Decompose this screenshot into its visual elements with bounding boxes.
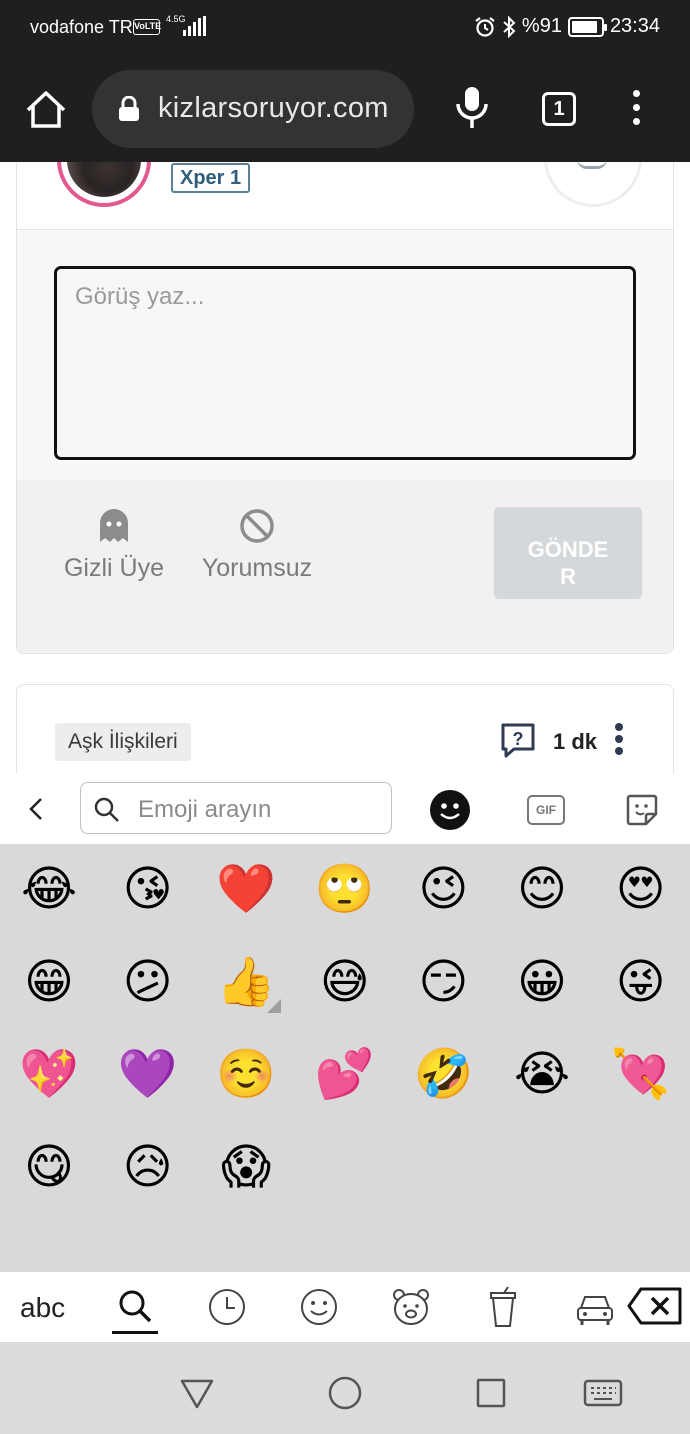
recent-clock-icon[interactable] [204,1286,250,1328]
next-question-card: Aşk İlişkileri ? 1 dk [16,684,674,774]
emoji-key[interactable]: 😀 [497,942,587,1022]
alarm-icon [475,16,495,37]
block-icon [240,509,274,543]
emoji-key[interactable]: 😉 [398,849,488,929]
url-text: kizlarsoruyor.com [158,92,389,124]
bluetooth-icon [503,15,516,38]
emoji-key[interactable]: 😜 [596,942,686,1022]
battery-percent: %91 [521,15,562,37]
emoji-category-bar: abc [0,1272,690,1342]
send-button[interactable]: GÖNDE R [494,507,642,599]
avatar[interactable] [57,162,151,207]
question-card: Xper 1 Gizli Üye Yorumsuz GÖNDER [16,162,674,654]
tabs-icon[interactable]: 1 [542,92,576,126]
emoji-key[interactable]: 😍 [596,849,686,929]
emoji-key[interactable]: 💘 [596,1034,686,1114]
anonymous-option[interactable]: Gizli Üye [49,506,179,583]
svg-text:?: ? [513,729,524,749]
emoji-key[interactable]: 💖 [4,1034,94,1114]
smiley-icon[interactable] [296,1286,342,1328]
nav-home-icon[interactable] [325,1373,365,1413]
home-icon[interactable] [20,84,72,136]
volte-badge: VoLTE [133,19,161,35]
emoji-key[interactable]: 💕 [300,1034,390,1114]
emoji-key[interactable]: 😭 [497,1034,587,1114]
emoji-key[interactable]: 😥 [103,1127,193,1207]
emoji-keyboard-header: Emoji arayın GIF [0,774,690,844]
battery-icon [567,16,607,37]
search-icon [94,797,119,822]
emoji-key[interactable]: 🤣 [398,1034,488,1114]
emoji-key[interactable]: 😱 [201,1127,291,1207]
emoji-key[interactable]: 😊 [497,849,587,929]
abc-keyboard-button[interactable]: abc [20,1292,65,1324]
post-time: 1 dk [553,729,598,754]
nav-keyboard-icon[interactable] [583,1373,623,1413]
mic-icon[interactable] [450,84,494,132]
status-right: %91 23:34 [474,15,660,38]
emoji-key[interactable]: 🙄 [300,849,390,929]
emoji-key[interactable]: 😂 [4,849,94,929]
active-category-indicator [112,1331,158,1334]
backspace-icon[interactable] [626,1286,684,1326]
emoji-search-input[interactable]: Emoji arayın [80,782,392,834]
food-drink-icon[interactable] [480,1286,526,1328]
nav-back-icon[interactable] [177,1373,217,1413]
battery-fill [571,20,598,33]
system-nav-bar [0,1342,690,1434]
back-chevron-icon[interactable] [24,796,48,822]
more-options-icon[interactable] [613,723,625,759]
emoji-key[interactable]: 😕 [103,942,193,1022]
gif-tab[interactable]: GIF [527,795,565,825]
emoji-key[interactable]: 😏 [398,942,488,1022]
animal-icon[interactable] [388,1286,434,1328]
address-bar[interactable]: kizlarsoruyor.com [92,70,414,148]
browser-toolbar: kizlarsoruyor.com 1 [0,56,690,162]
emoji-grid: 😂 😘 ❤️ 🙄 😉 😊 😍 😁 😕 👍 😅 😏 😀 😜 💖 💜 ☺️ 💕 🤣 😭 💘 😋 😥 😱 [0,844,690,1272]
ghost-icon [100,509,128,542]
emoji-key[interactable]: ❤️ [201,849,291,929]
lock-icon [119,96,139,121]
emoji-key[interactable]: ☺️ [201,1034,291,1114]
comment-area [17,230,673,480]
skin-tone-variant-marker [267,998,282,1013]
more-vert-icon[interactable] [625,90,647,130]
travel-car-icon[interactable] [572,1286,618,1328]
emoji-key[interactable]: 😅 [300,942,390,1022]
clock-time: 23:34 [609,15,660,37]
search-category-icon[interactable] [112,1286,158,1328]
signal-icon [183,16,206,36]
comment-options: Gizli Üye Yorumsuz GÖNDE R [17,480,673,653]
category-tag[interactable]: Aşk İlişkileri [55,723,191,761]
page-content: Xper 1 Gizli Üye Yorumsuz GÖNDER [0,162,690,774]
send-button-label: GÖNDE R [527,537,609,589]
anonymous-label: Gizli Üye [63,554,164,582]
emoji-key[interactable]: 😁 [4,942,94,1022]
emoji-tab-smiley-icon[interactable] [430,790,470,830]
no-comment-option[interactable]: Yorumsuz [182,506,332,583]
emoji-key[interactable]: 😘 [103,849,193,929]
sticker-tab-icon[interactable] [624,792,660,828]
circle-action-button[interactable] [544,162,642,207]
emoji-search-placeholder: Emoji arayın [138,796,272,823]
no-comment-label: Yorumsuz [201,554,313,582]
xper-level-badge: Xper 1 [171,163,251,193]
question-bubble-icon: ? [501,723,535,758]
nav-recents-icon[interactable] [471,1373,511,1413]
comment-input[interactable] [54,266,636,460]
emoji-key[interactable]: 😋 [4,1127,94,1207]
carrier-name: vodafone TR [30,17,133,37]
status-bar: vodafone TR VoLTE 4.5G %91 23:34 [0,0,690,56]
emoji-key[interactable]: 💜 [103,1034,193,1114]
